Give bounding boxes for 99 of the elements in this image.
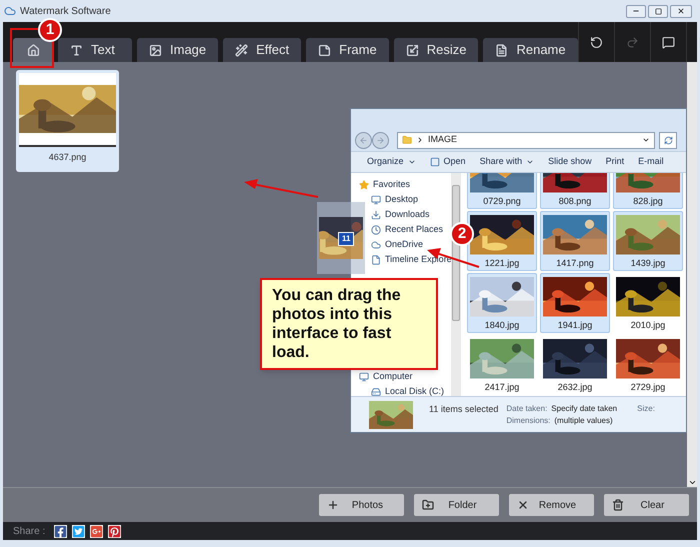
rename-icon <box>495 44 508 56</box>
app-icon <box>4 5 16 17</box>
address-bar[interactable]: IMAGE <box>397 132 655 148</box>
google-plus-icon[interactable] <box>90 524 104 538</box>
scroll-down-icon <box>688 478 696 487</box>
image-icon <box>149 44 162 56</box>
photo-card[interactable]: 4637.png <box>16 70 119 172</box>
file-thumbnail[interactable]: 828.jpg <box>613 173 683 209</box>
tab[interactable]: Rename <box>483 38 578 62</box>
add-icon <box>327 499 339 511</box>
step-badge: 1 <box>38 18 62 42</box>
tip-callout: You can drag the photos into this interface to fast load. <box>260 278 438 370</box>
downloads-icon <box>371 210 381 220</box>
nav-item[interactable]: Favorites <box>359 177 410 192</box>
text-icon <box>70 44 83 56</box>
file-name: 2417.jpg <box>484 380 520 394</box>
command-button[interactable]: Slide show <box>548 155 592 169</box>
file-thumbnail[interactable]: 808.png <box>540 173 610 209</box>
file-name: 0729.png <box>483 194 521 208</box>
computer-icon <box>359 372 369 382</box>
command-button[interactable]: Open <box>430 155 466 169</box>
nav-item[interactable]: OneDrive <box>371 237 424 252</box>
refresh-icon <box>664 136 672 144</box>
maximize-icon <box>654 8 662 14</box>
action-button[interactable]: Remove <box>509 494 594 516</box>
file-name: 828.jpg <box>633 194 663 208</box>
action-button[interactable]: Photos <box>319 494 404 516</box>
file-thumbnail[interactable]: 1941.jpg <box>540 273 610 333</box>
command-button[interactable]: Organize <box>367 155 416 169</box>
file-name: 1439.jpg <box>630 256 666 270</box>
star-icon <box>359 180 369 190</box>
resize-icon <box>406 44 419 56</box>
refresh-button[interactable] <box>659 132 677 148</box>
detail-label: Size: <box>637 403 655 415</box>
file-thumbnail[interactable]: 1417.png <box>540 211 610 271</box>
file-thumbnail[interactable]: 2632.jpg <box>540 335 610 395</box>
remove-icon <box>517 499 529 511</box>
detail-label: Dimensions: <box>506 415 550 427</box>
folder-icon <box>422 499 434 511</box>
file-name: 1221.jpg <box>484 256 520 270</box>
effect-icon <box>235 44 248 56</box>
detail-label: Date taken: <box>506 403 548 415</box>
file-name: 2729.jpg <box>630 380 666 394</box>
file-name: 2010.jpg <box>630 318 666 332</box>
close-icon <box>677 7 685 15</box>
count-badge: 11 <box>338 232 354 246</box>
command-button[interactable]: Print <box>606 155 624 169</box>
pinterest-icon[interactable] <box>108 524 122 538</box>
action-button[interactable]: Folder <box>414 494 499 516</box>
nav-item[interactable]: Computer <box>359 369 413 384</box>
file-name: 808.png <box>558 194 592 208</box>
file-thumbnail[interactable]: 0729.png <box>467 173 537 209</box>
maximize-button[interactable] <box>648 4 668 18</box>
frame-icon <box>318 44 332 56</box>
forward-arrow-icon <box>376 136 385 144</box>
nav-item[interactable]: Desktop <box>371 192 418 207</box>
tab[interactable]: Effect <box>223 38 302 62</box>
file-thumbnail[interactable]: 1439.jpg <box>613 211 683 271</box>
desktop-icon <box>371 194 381 204</box>
command-button[interactable]: Share with <box>480 155 534 169</box>
tab[interactable]: Image <box>137 38 218 62</box>
dropdown-icon <box>526 158 534 166</box>
file-thumbnail[interactable]: 1840.jpg <box>467 273 537 333</box>
recent-icon <box>371 224 381 234</box>
file-name: 1941.jpg <box>558 318 592 332</box>
selection-count: 11 items selected <box>429 403 498 416</box>
cloud-icon <box>371 240 381 250</box>
folder-icon <box>402 135 412 145</box>
home-icon <box>26 44 40 56</box>
file-name: 1840.jpg <box>484 318 520 332</box>
tab[interactable] <box>13 38 53 62</box>
detail-value: (multiple values) <box>554 415 613 427</box>
tab[interactable]: Text <box>58 38 132 62</box>
file-name: 4637.png <box>48 151 86 164</box>
file-thumbnail[interactable]: 2729.jpg <box>613 335 683 395</box>
file-name: 2632.jpg <box>558 380 592 394</box>
file-thumbnail[interactable]: 1221.jpg <box>467 211 537 271</box>
clear-icon <box>612 499 624 511</box>
window-icon <box>430 157 440 167</box>
tab[interactable]: Resize <box>394 38 478 62</box>
twitter-icon[interactable] <box>72 524 86 538</box>
action-button[interactable]: Clear <box>604 494 689 516</box>
facebook-icon[interactable] <box>54 524 68 538</box>
close-button[interactable] <box>670 4 692 18</box>
dropdown-icon <box>408 158 416 166</box>
command-button[interactable]: E-mail <box>638 155 664 169</box>
back-arrow-icon <box>359 136 368 144</box>
nav-item[interactable]: Downloads <box>371 207 430 222</box>
share-label: Share : <box>13 524 46 538</box>
file-icon <box>371 254 381 264</box>
nav-item[interactable]: Local Disk (C:) <box>371 384 444 396</box>
file-name: 1417.png <box>556 256 594 270</box>
file-thumbnail[interactable]: 2417.jpg <box>467 335 537 395</box>
window-title: Watermark Software <box>20 4 111 18</box>
detail-value: Specify date taken <box>551 403 618 415</box>
nav-item[interactable]: Recent Places <box>371 222 444 237</box>
tab[interactable]: Frame <box>306 38 389 62</box>
dropdown-icon <box>642 136 650 144</box>
file-thumbnail[interactable]: 2010.jpg <box>613 273 683 333</box>
